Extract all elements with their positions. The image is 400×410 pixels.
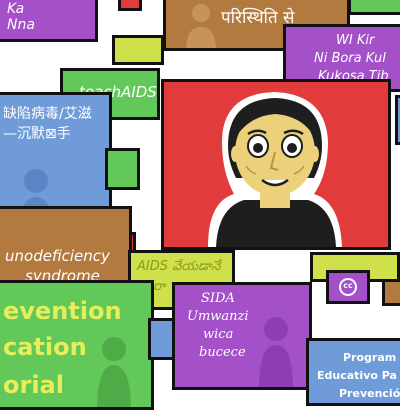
- card-chinese-line2: —沉默⊠手: [3, 126, 71, 142]
- card-top-left: Ka Nna: [0, 0, 98, 42]
- card-prevention-line3: orial: [3, 371, 64, 399]
- card-top-left-line2: Nna: [7, 17, 35, 33]
- card-swahili-line2: Ni Bora Kul: [314, 51, 386, 66]
- card-telugu-line1: AIDS వేయడానే: [137, 259, 221, 274]
- card-sida-line3: wica: [203, 327, 234, 342]
- person-silhouette-icon: [259, 315, 293, 387]
- card-sida-line4: bucece: [199, 345, 246, 360]
- card-immunodeficiency: unodeficiency syndrome: [0, 206, 132, 288]
- person-silhouette-icon: [186, 3, 216, 48]
- accent-blue-right: [395, 95, 400, 145]
- accent-lime-left: [112, 35, 164, 65]
- card-immunodeficiency-line1: unodeficiency: [5, 247, 110, 265]
- card-sida-line1: SIDA: [201, 291, 235, 306]
- card-featured-portrait: [161, 79, 391, 250]
- card-sida-line2: Umwanzi: [187, 309, 249, 324]
- card-green-sliver: [105, 148, 140, 190]
- accent-red-top: [118, 0, 142, 11]
- card-chinese-line1: 缺陷病毒/艾滋: [3, 106, 92, 122]
- card-programa: Program Educativo Pa Prevenció: [306, 338, 400, 406]
- card-programa-line3: Prevenció: [339, 387, 400, 400]
- person-silhouette-icon: [97, 335, 131, 407]
- card-prevention: evention cation orial: [0, 280, 154, 410]
- card-swahili-line1: WI Kir: [336, 33, 375, 48]
- accent-green-topright: [348, 0, 400, 15]
- card-sida: SIDA Umwanzi wica bucece: [172, 282, 312, 390]
- card-cc: cc: [326, 270, 370, 304]
- woman-portrait-illustration: [208, 92, 342, 247]
- card-prevention-line2: cation: [3, 333, 87, 361]
- card-top-left-line1: Ka: [7, 1, 25, 17]
- cc-label: cc: [343, 281, 353, 290]
- card-programa-line2: Educativo Pa: [317, 369, 397, 382]
- card-programa-line1: Program: [343, 351, 397, 364]
- card-prevention-line1: evention: [3, 297, 122, 325]
